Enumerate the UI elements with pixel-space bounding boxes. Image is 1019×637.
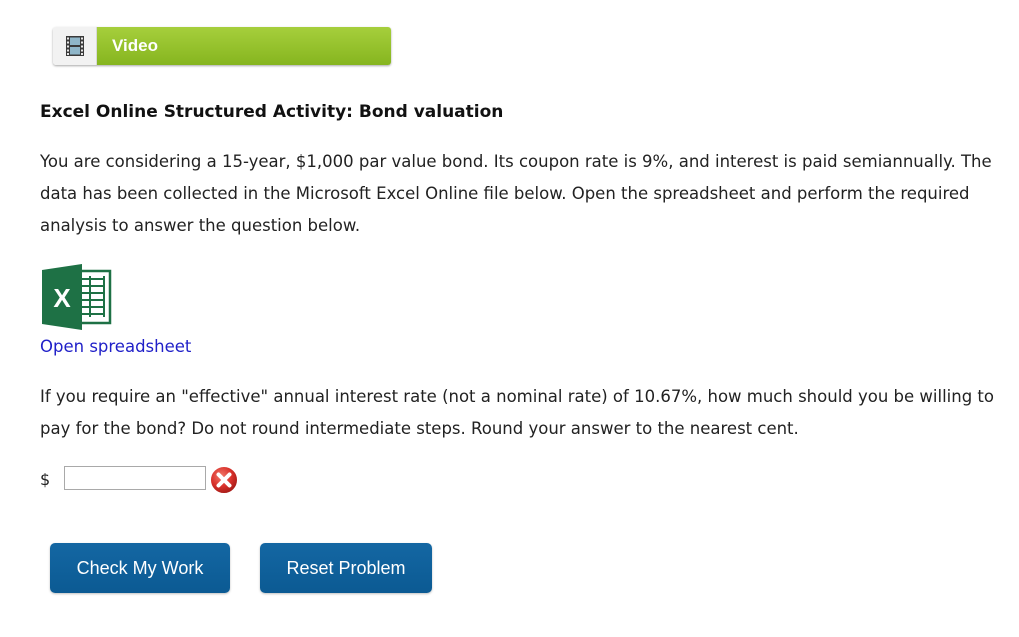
excel-icon[interactable]: X bbox=[42, 264, 112, 330]
video-tab-label: Video bbox=[97, 27, 391, 65]
open-spreadsheet-link[interactable]: Open spreadsheet bbox=[40, 337, 191, 356]
check-my-work-button[interactable]: Check My Work bbox=[50, 543, 230, 593]
svg-text:X: X bbox=[53, 283, 71, 313]
problem-intro: You are considering a 15-year, $1,000 pa… bbox=[40, 152, 992, 235]
activity-title: Excel Online Structured Activity: Bond v… bbox=[40, 102, 504, 122]
currency-label: $ bbox=[40, 470, 51, 489]
film-icon bbox=[53, 27, 97, 65]
answer-input[interactable] bbox=[64, 466, 206, 490]
reset-problem-button[interactable]: Reset Problem bbox=[260, 543, 432, 593]
error-x-icon bbox=[209, 465, 239, 495]
question-text: If you require an "effective" annual int… bbox=[40, 387, 994, 438]
video-tab[interactable]: Video bbox=[53, 27, 391, 65]
